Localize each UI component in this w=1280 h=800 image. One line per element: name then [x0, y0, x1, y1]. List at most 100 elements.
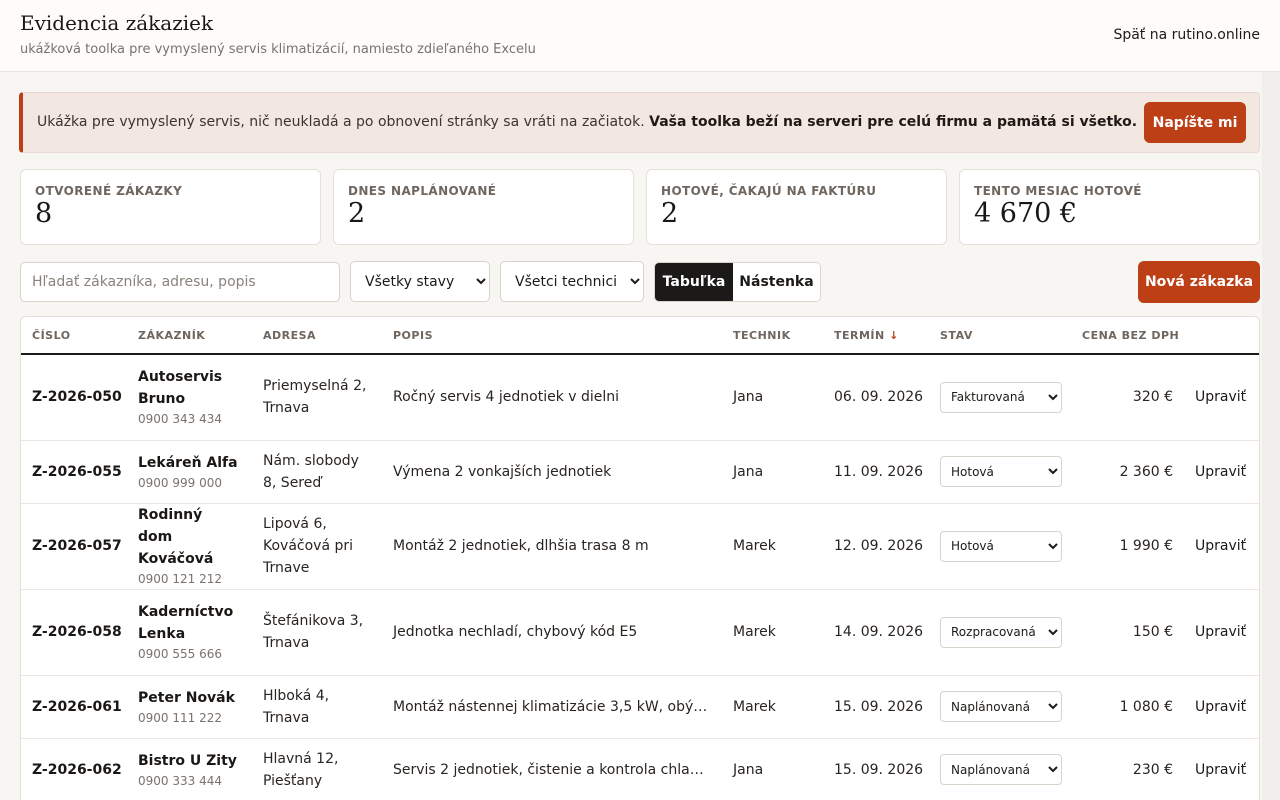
address-cell: Hlboká 4, Trnava	[252, 675, 382, 739]
status-select[interactable]: Hotová	[940, 530, 1062, 562]
notice-text: Ukážka pre vymyslený servis, nič neuklad…	[37, 114, 1137, 130]
description-cell: Servis 2 jednotiek, čistenie a kontrola …	[382, 738, 722, 800]
search-input[interactable]	[20, 262, 340, 302]
customer-cell: Peter Novák 0900 111 222	[127, 675, 252, 739]
table-header-row: ČÍSLO ZÁKAZNÍK ADRESA POPIS TECHNIK TERM…	[21, 317, 1259, 355]
date-cell: 15. 09. 2026	[823, 738, 929, 800]
stat-card-open: OTVORENÉ ZÁKAZKY 8	[20, 169, 321, 245]
tab-board-view[interactable]: Nástenka	[733, 263, 820, 301]
edit-link[interactable]: Upraviť	[1195, 699, 1246, 715]
stat-value: 8	[35, 198, 53, 229]
date-cell: 15. 09. 2026	[823, 675, 929, 739]
address-cell: Lipová 6, Kováčová pri Trnave	[252, 503, 382, 590]
price-cell: 230 €	[1071, 738, 1184, 800]
price-cell: 320 €	[1071, 354, 1184, 441]
customer-name: Rodinný dom Kováčová	[138, 507, 214, 567]
order-number: Z-2026-055	[21, 440, 127, 504]
status-cell: Naplánovaná	[929, 675, 1071, 739]
column-header-date[interactable]: TERMÍN ↓	[823, 317, 929, 355]
back-link[interactable]: Späť na rutino.online	[1113, 27, 1260, 43]
table-row[interactable]: Z-2026-058 Kaderníctvo Lenka 0900 555 666 Š…	[21, 589, 1259, 676]
date-cell: 14. 09. 2026	[823, 589, 929, 676]
app-subtitle: ukážková toolka pre vymyslený servis kli…	[20, 42, 536, 57]
edit-link[interactable]: Upraviť	[1195, 762, 1246, 778]
order-number: Z-2026-050	[21, 354, 127, 441]
order-number: Z-2026-057	[21, 503, 127, 590]
demo-notice: Ukážka pre vymyslený servis, nič neuklad…	[19, 92, 1260, 153]
address-cell: Nám. slobody 8, Sereď	[252, 440, 382, 504]
status-select[interactable]: Naplánovaná	[940, 754, 1062, 785]
stat-value: 2	[348, 198, 366, 229]
table-row[interactable]: Z-2026-050 Autoservis Bruno 0900 343 434 Pr…	[21, 354, 1259, 441]
status-select[interactable]: Rozpracovaná	[940, 616, 1062, 648]
stat-card-today: DNES NAPLÁNOVANÉ 2	[333, 169, 634, 245]
sort-down-icon: ↓	[889, 328, 899, 342]
column-header-address[interactable]: ADRESA	[252, 317, 382, 355]
status-filter-select[interactable]: Všetky stavy	[350, 261, 490, 302]
customer-name: Autoservis Bruno	[138, 369, 223, 408]
actions-cell: Upraviť	[1184, 738, 1259, 800]
description-cell: Montáž nástennej klimatizácie 3,5 kW, ob…	[382, 675, 722, 739]
status-cell: Fakturovaná	[929, 354, 1071, 441]
actions-cell: Upraviť	[1184, 354, 1259, 441]
edit-link[interactable]: Upraviť	[1195, 464, 1246, 480]
technician-cell: Jana	[722, 738, 823, 800]
customer-name: Bistro U Zity	[138, 752, 237, 769]
tab-table-view[interactable]: Tabuľka	[655, 263, 733, 301]
technician-cell: Jana	[722, 354, 823, 441]
column-header-status[interactable]: STAV	[929, 317, 1071, 355]
table-row[interactable]: Z-2026-055 Lekáreň Alfa 0900 999 000 Nám. s…	[21, 440, 1259, 504]
column-header-price[interactable]: CENA BEZ DPH	[1071, 317, 1184, 355]
customer-name: Lekáreň Alfa	[138, 454, 238, 471]
stat-card-month: TENTO MESIAC HOTOVÉ 4 670 €	[959, 169, 1260, 245]
customer-phone: 0900 111 222	[138, 710, 222, 725]
new-order-button[interactable]: Nová zákazka	[1138, 261, 1260, 303]
price-cell: 1 080 €	[1071, 675, 1184, 739]
status-cell: Naplánovaná	[929, 738, 1071, 800]
column-header-technician[interactable]: TECHNIK	[722, 317, 823, 355]
customer-phone: 0900 343 434	[138, 412, 222, 427]
notice-bold-text: Vaša toolka beží na serveri pre celú fir…	[649, 114, 1138, 130]
column-header-customer[interactable]: ZÁKAZNÍK	[127, 317, 252, 355]
stat-label: OTVORENÉ ZÁKAZKY	[35, 184, 183, 198]
customer-cell: Kaderníctvo Lenka 0900 555 666	[127, 589, 252, 676]
column-header-date-label: TERMÍN	[834, 328, 885, 342]
technician-cell: Jana	[722, 440, 823, 504]
edit-link[interactable]: Upraviť	[1195, 538, 1246, 554]
status-select[interactable]: Naplánovaná	[940, 691, 1062, 722]
description-cell: Montáž 2 jednotiek, dlhšia trasa 8 m	[382, 503, 722, 590]
status-select[interactable]: Hotová	[940, 456, 1062, 487]
description-cell: Ročný servis 4 jednotiek v dielni	[382, 354, 722, 441]
column-header-number[interactable]: ČÍSLO	[21, 317, 127, 355]
stat-value: 2	[661, 198, 679, 229]
order-number: Z-2026-061	[21, 675, 127, 739]
price-cell: 2 360 €	[1071, 440, 1184, 504]
table-row[interactable]: Z-2026-062 Bistro U Zity 0900 333 444 Hlavn…	[21, 738, 1259, 800]
customer-cell: Autoservis Bruno 0900 343 434	[127, 354, 252, 441]
orders-table-card: ČÍSLO ZÁKAZNÍK ADRESA POPIS TECHNIK TERM…	[20, 316, 1260, 800]
customer-cell: Lekáreň Alfa 0900 999 000	[127, 440, 252, 504]
technician-cell: Marek	[722, 589, 823, 676]
status-select[interactable]: Fakturovaná	[940, 381, 1062, 413]
customer-phone: 0900 555 666	[138, 647, 222, 661]
stat-label: HOTOVÉ, ČAKAJÚ NA FAKTÚRU	[661, 184, 877, 198]
edit-link[interactable]: Upraviť	[1195, 389, 1246, 405]
technician-cell: Marek	[722, 675, 823, 739]
address-cell: Priemyselná 2, Trnava	[252, 354, 382, 441]
stat-card-done-invoice: HOTOVÉ, ČAKAJÚ NA FAKTÚRU 2	[646, 169, 947, 245]
technician-filter-select[interactable]: Všetci technici	[500, 261, 644, 302]
technician-cell: Marek	[722, 503, 823, 590]
description-cell: Výmena 2 vonkajších jednotiek	[382, 440, 722, 504]
address-cell: Štefánikova 3, Trnava	[252, 589, 382, 676]
scrollbar-track[interactable]	[1262, 72, 1280, 800]
actions-cell: Upraviť	[1184, 589, 1259, 676]
customer-name: Peter Novák	[138, 689, 235, 706]
customer-phone: 0900 121 212	[138, 572, 222, 586]
date-cell: 12. 09. 2026	[823, 503, 929, 590]
table-row[interactable]: Z-2026-057 Rodinný dom Kováčová 0900 121 2…	[21, 503, 1259, 590]
column-header-description[interactable]: POPIS	[382, 317, 722, 355]
notice-plain-text: Ukážka pre vymyslený servis, nič neuklad…	[37, 114, 645, 130]
table-row[interactable]: Z-2026-061 Peter Novák 0900 111 222 Hlboká …	[21, 675, 1259, 739]
edit-link[interactable]: Upraviť	[1195, 624, 1246, 640]
contact-button[interactable]: Napíšte mi	[1144, 102, 1246, 143]
